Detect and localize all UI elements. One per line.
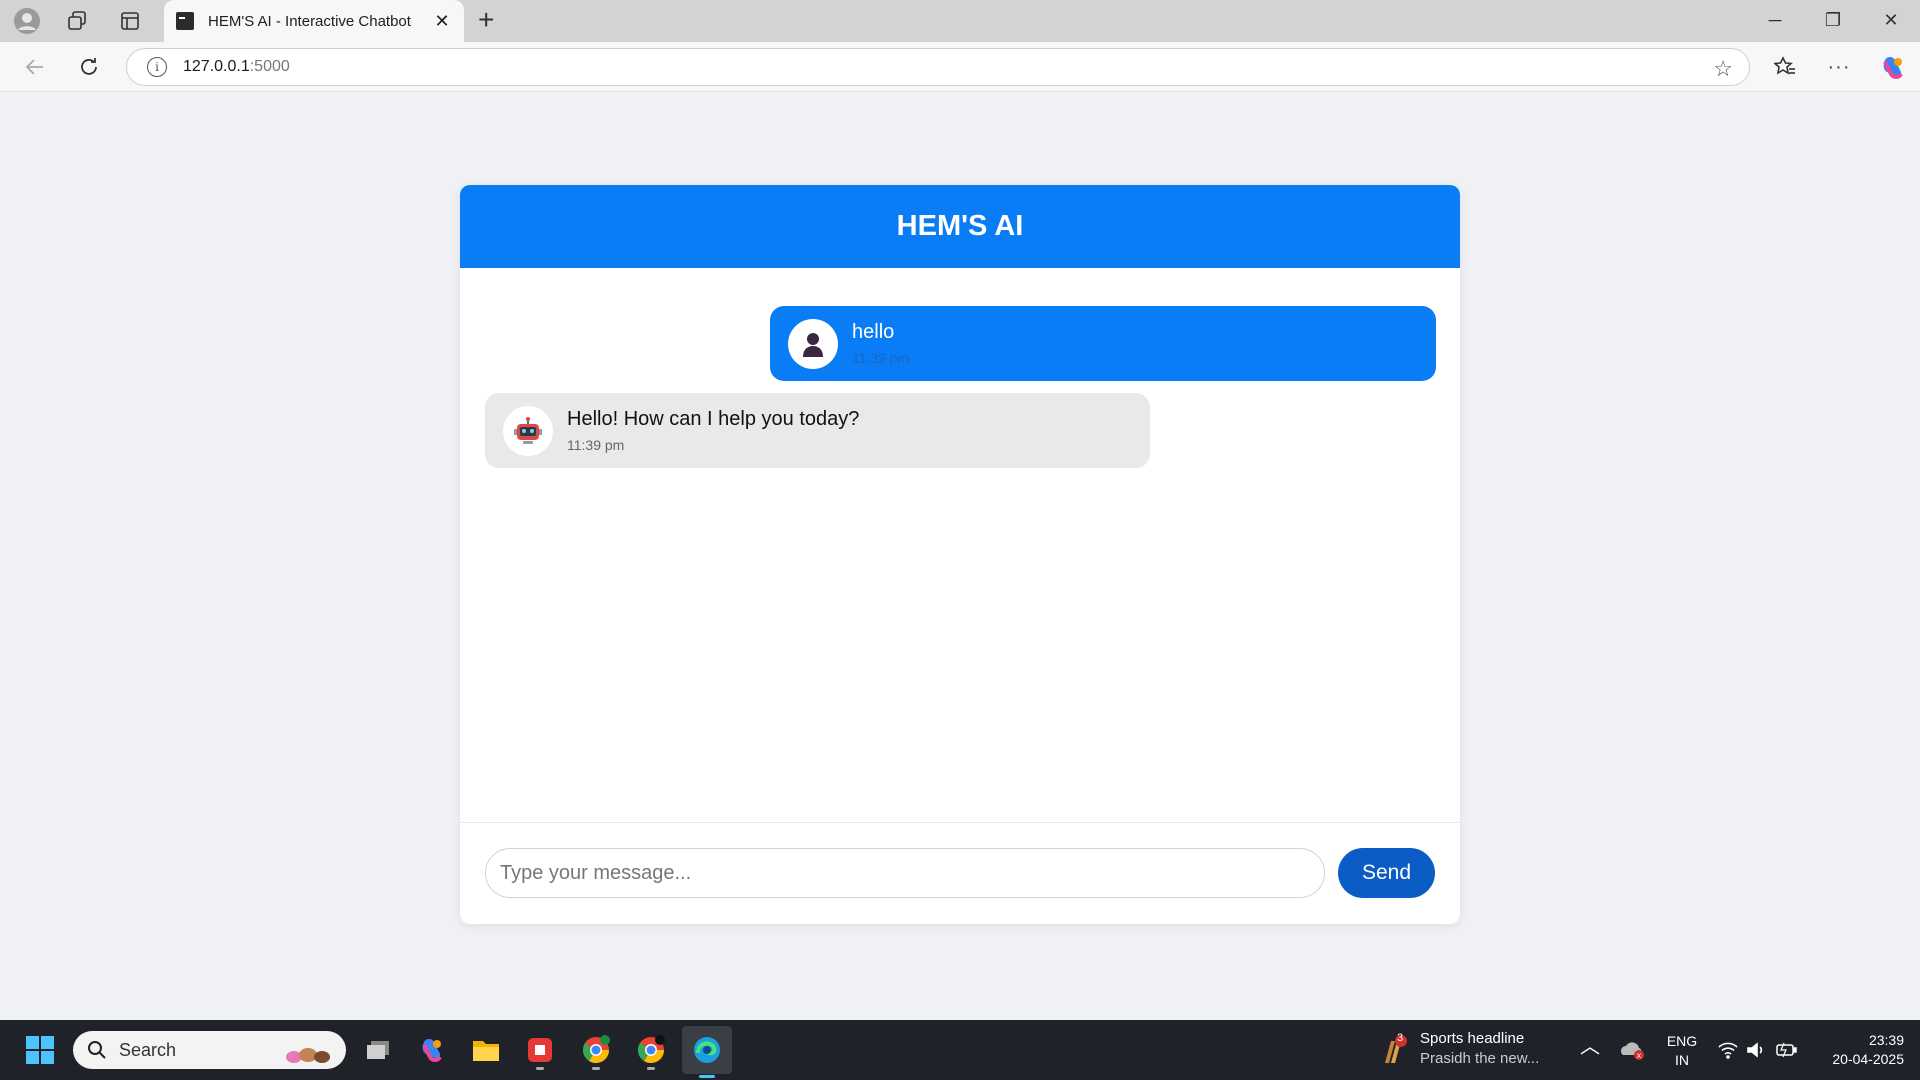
copilot-app-icon[interactable]: [416, 1034, 448, 1066]
task-view-icon[interactable]: [362, 1034, 394, 1066]
vertical-tabs-icon[interactable]: [117, 8, 143, 34]
copilot-icon[interactable]: [1880, 54, 1906, 80]
workspaces-icon[interactable]: [64, 8, 90, 34]
new-tab-button[interactable]: +: [478, 6, 494, 34]
search-label: Search: [119, 1039, 177, 1060]
chat-header: HEM'S AI: [460, 185, 1460, 268]
url-text: 127.0.0.1:5000: [183, 58, 290, 75]
search-icon: [88, 1041, 106, 1059]
address-bar: i 127.0.0.1:5000 ☆ ···: [0, 42, 1920, 92]
more-options-icon[interactable]: ···: [1826, 54, 1852, 80]
news-widget-icon[interactable]: 3: [1378, 1032, 1410, 1066]
close-tab-icon[interactable]: ✕: [432, 11, 452, 32]
robot-avatar-icon: [503, 405, 553, 456]
terminal-favicon-icon: [176, 12, 194, 30]
svg-text:x: x: [1637, 1051, 1642, 1060]
volume-icon[interactable]: [1740, 1034, 1772, 1066]
onedrive-error-icon[interactable]: x: [1616, 1034, 1648, 1066]
message-time: 11:39 pm: [567, 437, 625, 453]
news-title: Sports headline: [1420, 1030, 1525, 1047]
chat-container: HEM'S AI hello 11:39 pm Hello! How can I…: [460, 185, 1460, 924]
restore-icon[interactable]: ❐: [1818, 10, 1848, 31]
minimize-icon[interactable]: ─: [1760, 10, 1790, 31]
refresh-icon[interactable]: [76, 54, 102, 80]
chrome-profile-icon[interactable]: [635, 1034, 667, 1070]
clock-time: 23:39: [1868, 1032, 1904, 1048]
clock-date: 20-04-2025: [1832, 1051, 1904, 1067]
taskbar-search[interactable]: Search: [73, 1031, 346, 1069]
favorites-icon[interactable]: [1772, 54, 1798, 80]
favorite-star-icon[interactable]: ☆: [1713, 56, 1733, 82]
news-subtitle: Prasidh the new...: [1420, 1050, 1540, 1067]
user-avatar-icon: [788, 318, 838, 369]
red-app-icon[interactable]: [524, 1034, 556, 1070]
chat-title: HEM'S AI: [896, 210, 1024, 242]
chrome-profile-a-icon[interactable]: [580, 1034, 612, 1070]
message-text: hello: [852, 321, 895, 343]
message-time: 11:39 pm: [852, 350, 910, 366]
search-highlight-icon: [286, 1048, 330, 1063]
file-explorer-icon[interactable]: [470, 1034, 502, 1066]
clock[interactable]: 23:39 20-04-2025: [1808, 1031, 1904, 1069]
language-indicator[interactable]: ENG IN: [1664, 1032, 1700, 1070]
message-text: Hello! How can I help you today?: [567, 408, 860, 430]
taskbar: Search 3 Sports headline Prasidh the new…: [0, 1020, 1920, 1080]
chat-input-area: Send: [460, 822, 1460, 924]
message-list: hello 11:39 pm Hello! How can I help you…: [460, 268, 1460, 822]
browser-tab-active[interactable]: HEM'S AI - Interactive Chatbot ✕: [164, 0, 464, 42]
edge-browser-icon[interactable]: [682, 1026, 732, 1078]
chevron-up-icon[interactable]: ︿: [1580, 1037, 1600, 1057]
message-input[interactable]: [485, 848, 1325, 898]
send-button[interactable]: Send: [1338, 848, 1435, 898]
bot-message: Hello! How can I help you today? 11:39 p…: [485, 393, 1150, 468]
site-info-icon[interactable]: i: [147, 57, 167, 77]
battery-icon[interactable]: [1770, 1034, 1802, 1066]
windows-start-icon[interactable]: [24, 1034, 56, 1066]
url-input[interactable]: i 127.0.0.1:5000 ☆: [126, 48, 1750, 86]
user-message: hello 11:39 pm: [770, 306, 1436, 381]
tab-title: HEM'S AI - Interactive Chatbot: [208, 12, 411, 30]
close-window-icon[interactable]: ✕: [1876, 10, 1906, 31]
back-arrow-icon[interactable]: [22, 54, 48, 80]
page-viewport: HEM'S AI hello 11:39 pm Hello! How can I…: [4, 93, 1916, 1018]
news-badge: 3: [1397, 1032, 1404, 1044]
news-widget[interactable]: Sports headline Prasidh the new...: [1420, 1030, 1539, 1067]
tab-bar: HEM'S AI - Interactive Chatbot ✕ + ─ ❐ ✕: [0, 0, 1920, 42]
profile-icon[interactable]: [14, 8, 40, 34]
